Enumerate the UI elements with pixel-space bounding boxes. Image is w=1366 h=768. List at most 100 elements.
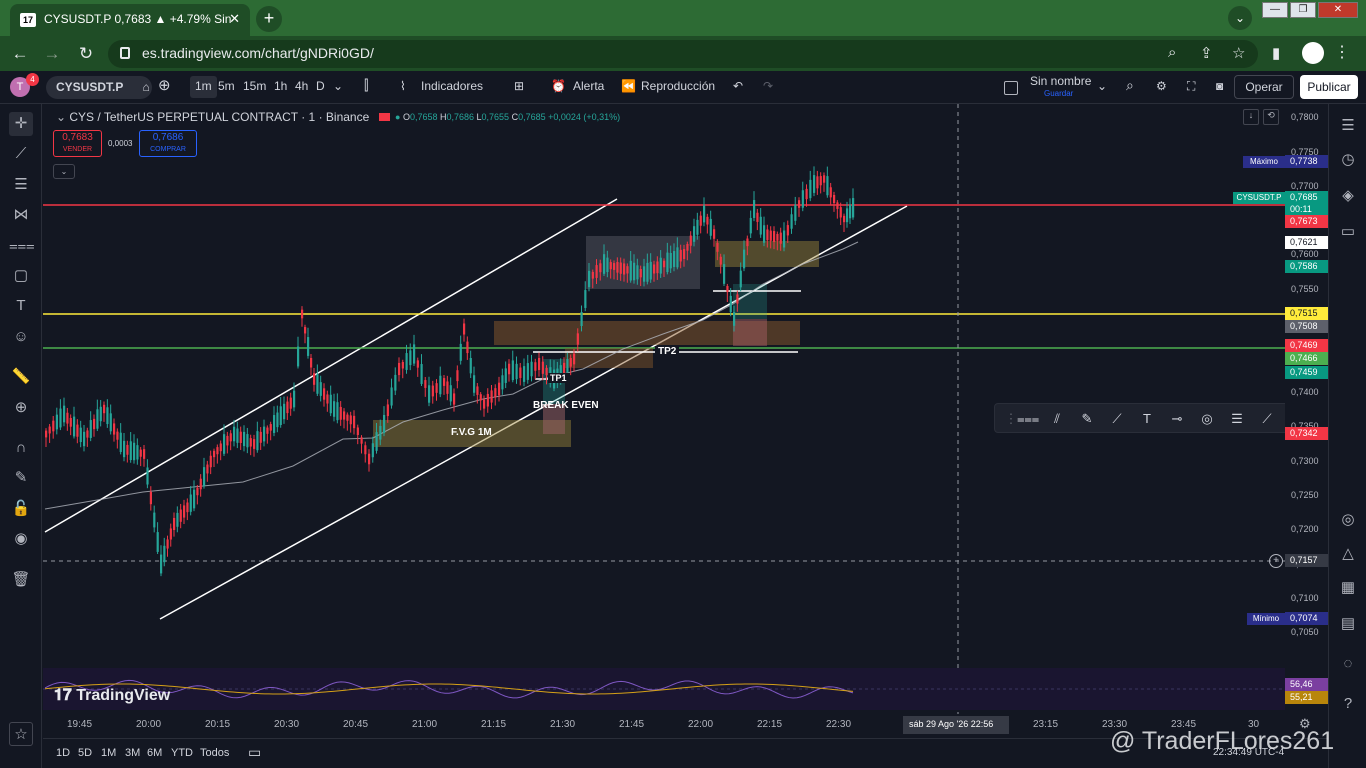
range-all[interactable]: Todos	[200, 747, 229, 759]
side-panel-icon[interactable]: ▮	[1272, 44, 1280, 62]
timeframe-D[interactable]: D	[316, 79, 325, 93]
range-1D[interactable]: 1D	[56, 747, 70, 759]
symbol-search[interactable]: CYSUSDT.P ⌂	[46, 76, 152, 99]
layout-icon[interactable]	[1004, 81, 1018, 95]
buy-button[interactable]: 0,7686 COMPRAR	[139, 130, 197, 157]
ruler-icon[interactable]: 📏	[9, 365, 33, 389]
alert-button[interactable]: Alerta	[573, 79, 604, 93]
compare-add-icon[interactable]: ⊕	[158, 76, 171, 94]
horizontal-lines-icon[interactable]: ☰	[9, 173, 33, 197]
url-field[interactable]: es.tradingview.com/chart/gNDRi0GD/	[108, 40, 1258, 68]
minimize-button[interactable]: —	[1262, 2, 1288, 18]
maximize-button[interactable]: ❐	[1290, 2, 1316, 18]
fib-icon[interactable]: ⩶	[9, 234, 35, 258]
replay-button[interactable]: Reproducción	[641, 79, 715, 93]
lock-all-icon[interactable]: 🔓	[9, 497, 33, 521]
indicators-icon[interactable]: ⌇	[400, 79, 406, 93]
help-icon[interactable]: ?	[1336, 692, 1360, 716]
indicators-button[interactable]: Indicadores	[421, 79, 483, 93]
close-tab-icon[interactable]: ✕	[229, 11, 240, 27]
candle-type-icon[interactable]: ⫿	[364, 77, 368, 94]
timeframe-1h[interactable]: 1h	[274, 79, 287, 93]
timeframe-5m[interactable]: 5m	[218, 79, 235, 93]
add-crosshair-icon[interactable]: +	[1269, 554, 1283, 568]
fullscreen-icon[interactable]: ⛶	[1187, 79, 1195, 94]
quick-search-icon[interactable]: ⌕	[1126, 77, 1134, 94]
calendar-icon[interactable]: ▦	[1336, 576, 1360, 600]
brush-icon[interactable]: ✎	[1077, 409, 1097, 429]
trade-button[interactable]: Operar	[1234, 75, 1294, 99]
crosshair-icon[interactable]: ✛	[9, 112, 33, 136]
chat-icon[interactable]: ▭	[1336, 220, 1360, 244]
candlestick-series[interactable]	[45, 166, 855, 577]
timeframe-4h[interactable]: 4h	[295, 79, 308, 93]
snapshot-icon[interactable]: ◙	[1216, 79, 1223, 93]
share-icon[interactable]: ⇪	[1200, 44, 1213, 62]
target-icon[interactable]: ◎	[1336, 508, 1360, 532]
publish-button[interactable]: Publicar	[1300, 75, 1358, 99]
zoom-icon[interactable]: ⌕	[1168, 44, 1176, 61]
settings-icon[interactable]: ⚙	[1156, 79, 1167, 93]
browser-tab[interactable]: 17 CYSUSDT.P 0,7683 ▲ +4.79% Sin ✕	[10, 4, 250, 36]
layout-name[interactable]: Sin nombre Guardar	[1030, 75, 1091, 99]
collapse-icon[interactable]: ↓	[1243, 109, 1259, 125]
visibility-eye-icon[interactable]: ◉	[9, 527, 33, 551]
horizontal-ray-icon[interactable]: ⊸	[1167, 409, 1187, 429]
break-even-label[interactable]: BREAK EVEN	[533, 400, 599, 411]
price-axis[interactable]: 0,78000,77500,77000,76500,76000,75500,75…	[1285, 104, 1328, 714]
reset-chart-icon[interactable]: ⟲	[1263, 109, 1279, 125]
timeframe-1m[interactable]: 1m	[190, 76, 217, 98]
range-1M[interactable]: 1M	[101, 747, 116, 759]
legend-title[interactable]: CYS / TetherUS PERPETUAL CONTRACT · 1 · …	[69, 110, 369, 124]
icons-emoji-icon[interactable]: ☺	[9, 325, 33, 349]
new-tab-button[interactable]: +	[256, 6, 282, 32]
timeframe-15m[interactable]: 15m	[243, 79, 266, 93]
back-icon[interactable]: ←	[8, 42, 32, 66]
alerts-clock-icon[interactable]: ◷	[1336, 148, 1360, 172]
layers-icon[interactable]: ◈	[1336, 184, 1360, 208]
trendline-icon[interactable]: ⟋	[9, 142, 33, 166]
range-3M[interactable]: 3M	[125, 747, 140, 759]
reload-icon[interactable]: ↻	[74, 42, 98, 66]
lines-icon[interactable]: ☰	[1227, 409, 1247, 429]
tp2-label[interactable]: TP2	[655, 346, 680, 357]
templates-icon[interactable]: ⊞	[514, 79, 524, 93]
profile-avatar[interactable]	[1302, 42, 1324, 64]
undo-icon[interactable]: ↶	[733, 79, 743, 93]
fvg-label[interactable]: F.V.G 1M	[451, 427, 492, 438]
pitchfork-icon[interactable]: ⋈	[9, 203, 33, 227]
alert-icon[interactable]: ⏰	[551, 79, 566, 93]
text-tool-icon[interactable]: T	[1137, 409, 1157, 429]
bookmark-star-icon[interactable]: ☆	[1232, 44, 1245, 62]
zoom-in-icon[interactable]: ⊕	[9, 396, 33, 420]
favorites-star-icon[interactable]: ☆	[9, 722, 33, 746]
ideas-icon[interactable]: △	[1336, 542, 1360, 566]
lock-drawing-icon[interactable]: ✎	[9, 466, 33, 490]
timeframe-dropdown-icon[interactable]: ⌄	[333, 79, 343, 93]
time-axis[interactable]: 19:45 20:00 20:15 20:30 20:45 21:00 21:15 21:30…	[43, 714, 1285, 738]
date-range-icon[interactable]: ▭	[248, 744, 261, 761]
layout-dropdown-icon[interactable]: ⌄	[1097, 79, 1107, 93]
legend-collapse-icon[interactable]: ⌄	[56, 110, 69, 124]
replay-icon[interactable]: ⏪	[621, 79, 636, 93]
pattern-icon[interactable]: ▢	[9, 264, 33, 288]
range-6M[interactable]: 6M	[147, 747, 162, 759]
expand-trade-panel-icon[interactable]: ⌄	[53, 164, 75, 179]
close-window-button[interactable]: ✕	[1318, 2, 1358, 18]
path-icon[interactable]: ⟋	[1107, 409, 1127, 429]
browser-menu-icon[interactable]: ⋮	[1334, 42, 1350, 62]
watchlist-icon[interactable]: ☰	[1336, 114, 1360, 138]
parallel-channel-icon[interactable]: ⫽	[1047, 409, 1067, 429]
trash-icon[interactable]: 🗑	[9, 568, 33, 592]
range-YTD[interactable]: YTD	[171, 747, 193, 759]
redo-icon[interactable]: ↷	[763, 79, 773, 93]
news-icon[interactable]: ▤	[1336, 612, 1360, 636]
signal-icon[interactable]: ◌	[1336, 652, 1360, 676]
extended-line-icon[interactable]: ⟋	[1257, 409, 1277, 429]
fib-retracement-icon[interactable]: ⩶	[1017, 409, 1039, 429]
text-icon[interactable]: T	[9, 294, 33, 318]
circle-icon[interactable]: ◎	[1197, 409, 1217, 429]
tp1-label[interactable]: TP1	[548, 373, 569, 383]
position-stop-zone[interactable]	[733, 319, 767, 346]
magnet-icon[interactable]: ∩	[9, 436, 33, 460]
